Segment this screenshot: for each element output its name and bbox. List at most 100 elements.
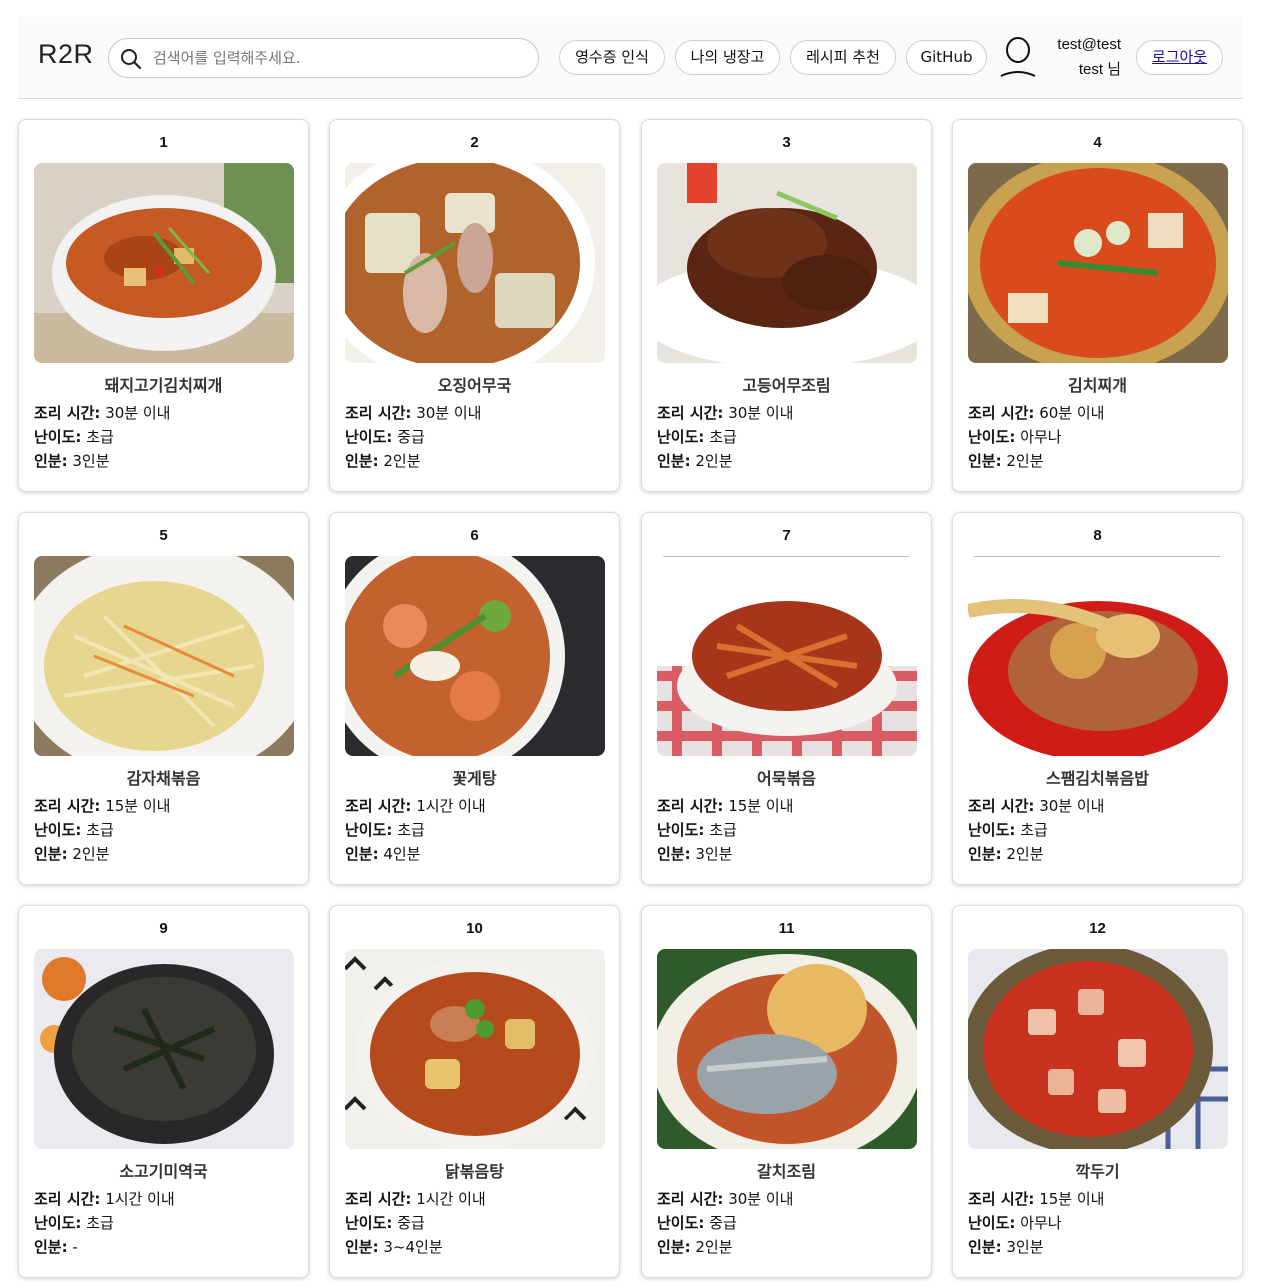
recipe-card[interactable]: 6 꽃게탕 조리 시간: 1시간 이내 난이도: 초급 인분: 4인분 <box>329 512 620 885</box>
search-box[interactable] <box>108 38 539 78</box>
servings-value: - <box>72 1238 78 1256</box>
cook-time: 조리 시간: 30분 이내 <box>657 402 793 423</box>
recipe-card[interactable]: 7 어묵볶음 조리 시간: 15분 이내 난이도: 초급 인분: 3인분 <box>641 512 932 885</box>
recipe-name[interactable]: 꽃게탕 <box>330 765 619 789</box>
servings-label: 인분: <box>345 845 379 863</box>
recipe-image[interactable] <box>34 556 294 756</box>
recipe-card[interactable]: 10 닭볶음탕 조리 시간: 1시간 이내 난이도: 중급 인분: 3~4인분 <box>329 905 620 1278</box>
cook-time-value: 15분 이내 <box>728 797 794 815</box>
difficulty-value: 중급 <box>397 428 425 446</box>
difficulty-value: 초급 <box>86 1214 114 1232</box>
cook-time-value: 30분 이내 <box>1039 797 1105 815</box>
difficulty: 난이도: 초급 <box>968 819 1048 840</box>
recipe-card[interactable]: 5 감자채볶음 조리 시간: 15분 이내 난이도: 초급 인분: 2인분 <box>18 512 309 885</box>
recipe-image[interactable] <box>657 163 917 363</box>
logo[interactable]: R2R <box>38 39 94 70</box>
recipe-name[interactable]: 돼지고기김치찌개 <box>19 372 308 396</box>
difficulty: 난이도: 중급 <box>345 426 425 447</box>
recipe-name[interactable]: 깍두기 <box>953 1158 1242 1182</box>
difficulty-label: 난이도: <box>345 821 393 839</box>
receipt-recognition-button[interactable]: 영수증 인식 <box>559 40 665 75</box>
difficulty-value: 초급 <box>86 821 114 839</box>
search-icon[interactable] <box>120 48 142 70</box>
recipe-number: 6 <box>470 527 479 544</box>
difficulty-label: 난이도: <box>968 428 1016 446</box>
recipe-number: 10 <box>466 920 483 937</box>
github-button[interactable]: GitHub <box>906 40 987 75</box>
user-name: test 님 <box>1078 61 1121 78</box>
recipe-name[interactable]: 오징어무국 <box>330 372 619 396</box>
recipe-image[interactable] <box>345 949 605 1149</box>
recipe-card[interactable]: 4 김치찌개 조리 시간: 60분 이내 난이도: 아무나 인분: 2인분 <box>952 119 1243 492</box>
recipe-image[interactable] <box>34 163 294 363</box>
logout-button[interactable]: 로그아웃 <box>1136 40 1223 75</box>
recipe-number: 5 <box>159 527 168 544</box>
recipe-image[interactable] <box>657 556 917 756</box>
recipe-name[interactable]: 갈치조림 <box>642 1158 931 1182</box>
recipe-recommend-button[interactable]: 레시피 추천 <box>790 40 896 75</box>
difficulty: 난이도: 중급 <box>345 1212 425 1233</box>
header: R2R 영수증 인식 나의 냉장고 레시피 추천 GitHub test@tes… <box>18 17 1243 99</box>
recipe-name[interactable]: 닭볶음탕 <box>330 1158 619 1182</box>
servings-value: 3인분 <box>1006 1238 1044 1256</box>
recipe-card[interactable]: 2 오징어무국 조리 시간: 30분 이내 난이도: 중급 인분: 2인분 <box>329 119 620 492</box>
user-avatar-icon[interactable] <box>998 36 1038 80</box>
recipe-image[interactable] <box>657 949 917 1149</box>
search-input[interactable] <box>153 45 523 71</box>
servings: 인분: 2인분 <box>968 450 1044 471</box>
recipe-name[interactable]: 어묵볶음 <box>642 765 931 789</box>
recipe-number: 12 <box>1089 920 1106 937</box>
recipe-card[interactable]: 9 소고기미역국 조리 시간: 1시간 이내 난이도: 초급 인분: - <box>18 905 309 1278</box>
recipe-card[interactable]: 3 고등어무조림 조리 시간: 30분 이내 난이도: 초급 인분: 2인분 <box>641 119 932 492</box>
difficulty: 난이도: 아무나 <box>968 426 1062 447</box>
logout-link[interactable]: 로그아웃 <box>1152 48 1207 66</box>
difficulty: 난이도: 초급 <box>34 1212 114 1233</box>
recipe-image[interactable] <box>968 163 1228 363</box>
recipe-name[interactable]: 소고기미역국 <box>19 1158 308 1182</box>
recipe-image[interactable] <box>345 163 605 363</box>
recipe-image[interactable] <box>34 949 294 1149</box>
cook-time-value: 15분 이내 <box>105 797 171 815</box>
difficulty-label: 난이도: <box>657 821 705 839</box>
recipe-image[interactable] <box>345 556 605 756</box>
cook-time-label: 조리 시간: <box>968 1190 1035 1208</box>
servings-value: 4인분 <box>383 845 421 863</box>
recipe-card[interactable]: 1 돼지고기김치찌개 조리 시간: 30분 이내 난이도: 초급 인분: 3인분 <box>18 119 309 492</box>
recipe-image[interactable] <box>968 949 1228 1149</box>
cook-time: 조리 시간: 15분 이내 <box>657 795 793 816</box>
servings-label: 인분: <box>34 1238 68 1256</box>
servings: 인분: 2인분 <box>968 843 1044 864</box>
difficulty-label: 난이도: <box>657 1214 705 1232</box>
servings: 인분: 4인분 <box>345 843 421 864</box>
difficulty: 난이도: 아무나 <box>968 1212 1062 1233</box>
servings-value: 2인분 <box>1006 452 1044 470</box>
recipe-name[interactable]: 고등어무조림 <box>642 372 931 396</box>
my-fridge-button[interactable]: 나의 냉장고 <box>675 40 780 75</box>
recipe-card[interactable]: 12 깍두기 조리 시간: 15분 이내 난이도: 아무나 인분: 3인분 <box>952 905 1243 1278</box>
servings: 인분: 2인분 <box>657 450 733 471</box>
cook-time-label: 조리 시간: <box>657 1190 724 1208</box>
difficulty-label: 난이도: <box>34 428 82 446</box>
recipe-name[interactable]: 감자채볶음 <box>19 765 308 789</box>
servings-label: 인분: <box>968 452 1002 470</box>
cook-time: 조리 시간: 30분 이내 <box>657 1188 793 1209</box>
servings-label: 인분: <box>968 845 1002 863</box>
recipe-name[interactable]: 김치찌개 <box>953 372 1242 396</box>
recipe-name[interactable]: 스팸김치볶음밥 <box>953 765 1242 789</box>
servings: 인분: 3인분 <box>968 1236 1044 1257</box>
servings: 인분: - <box>34 1236 78 1257</box>
recipe-image[interactable] <box>968 556 1228 756</box>
recipe-number: 7 <box>782 527 791 544</box>
cook-time-value: 30분 이내 <box>728 1190 794 1208</box>
difficulty-label: 난이도: <box>968 1214 1016 1232</box>
servings-value: 2인분 <box>1006 845 1044 863</box>
recipe-number: 2 <box>470 134 479 151</box>
difficulty: 난이도: 중급 <box>657 1212 737 1233</box>
difficulty-value: 초급 <box>86 428 114 446</box>
cook-time-value: 30분 이내 <box>416 404 482 422</box>
recipe-card[interactable]: 8 스팸김치볶음밥 조리 시간: 30분 이내 난이도: 초급 인분: 2인분 <box>952 512 1243 885</box>
servings-label: 인분: <box>657 452 691 470</box>
difficulty-value: 중급 <box>397 1214 425 1232</box>
cook-time-label: 조리 시간: <box>657 797 724 815</box>
recipe-card[interactable]: 11 갈치조림 조리 시간: 30분 이내 난이도: 중급 인분: 2인분 <box>641 905 932 1278</box>
